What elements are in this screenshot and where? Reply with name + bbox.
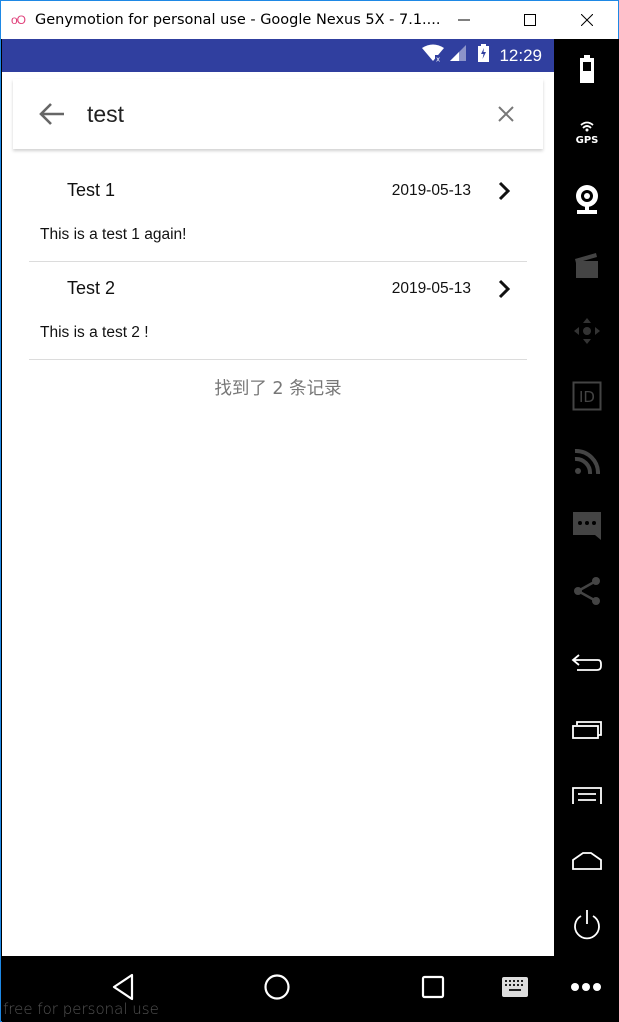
- result-content: This is a test 2 !: [40, 324, 149, 341]
- minimize-icon: [458, 19, 470, 21]
- id-icon: ID: [572, 381, 601, 411]
- window-title: Genymotion for personal use - Google Nex…: [35, 12, 441, 28]
- search-bar: [13, 79, 543, 149]
- genymotion-logo-icon: oO: [11, 13, 26, 27]
- rss-icon: [574, 448, 600, 474]
- gps-widget-button[interactable]: GPS: [554, 111, 619, 155]
- result-date: 2019-05-13: [391, 280, 471, 297]
- nav-home-button[interactable]: [262, 970, 292, 1004]
- message-icon: [572, 512, 601, 540]
- genymotion-window: oO Genymotion for personal use - Google …: [0, 0, 619, 1022]
- capture-widget-button[interactable]: [554, 243, 619, 287]
- wifi-off-icon: x: [422, 44, 445, 67]
- clapperboard-icon: [574, 253, 598, 278]
- home-icon: [571, 852, 602, 870]
- device-screen: x 12:29 Test 1 2019-05-13: [2, 39, 554, 956]
- result-count-text: 找到了 2 条记录: [214, 379, 342, 399]
- webcam-widget-button[interactable]: [554, 177, 619, 221]
- power-icon: [573, 910, 600, 940]
- genymotion-toolbar: GPS ID: [554, 39, 619, 956]
- result-header: Test 1 2019-05-13: [29, 164, 527, 220]
- back-arrow-icon: [571, 654, 602, 671]
- nav-back-button[interactable]: [108, 970, 138, 1004]
- home-widget-button[interactable]: [554, 839, 619, 883]
- dpad-icon: [573, 318, 600, 344]
- signal-icon: [450, 45, 467, 66]
- triangle-back-icon: [112, 973, 134, 1001]
- back-button[interactable]: [27, 89, 77, 139]
- title-bar: oO Genymotion for personal use - Google …: [1, 1, 618, 39]
- chevron-right-icon: [498, 279, 511, 299]
- square-recents-icon: [421, 975, 445, 999]
- watermark-text: free for personal use: [3, 1000, 159, 1018]
- result-date: 2019-05-13: [391, 182, 471, 199]
- result-item[interactable]: Test 2 2019-05-13 This is a test 2 !: [29, 262, 527, 360]
- result-header: Test 2 2019-05-13: [29, 262, 527, 318]
- power-widget-button[interactable]: [554, 903, 619, 947]
- back-widget-button[interactable]: [554, 641, 619, 685]
- battery-icon: [579, 55, 594, 83]
- more-options-button[interactable]: [568, 970, 604, 1004]
- more-dots-icon: [571, 983, 601, 991]
- svg-text:GPS: GPS: [575, 135, 598, 146]
- battery-widget-button[interactable]: [554, 47, 619, 91]
- gps-icon: GPS: [575, 121, 598, 146]
- share-icon: [573, 577, 600, 605]
- nav-recents-button[interactable]: [418, 970, 448, 1004]
- maximize-icon: [524, 14, 536, 26]
- search-results-list: Test 1 2019-05-13 This is a test 1 again…: [29, 164, 527, 400]
- menu-icon: [571, 787, 602, 804]
- result-title: Test 2: [67, 278, 116, 298]
- keyboard-button[interactable]: [498, 970, 532, 1004]
- svg-text:ID: ID: [579, 388, 595, 406]
- circle-home-icon: [264, 974, 290, 1000]
- close-icon: [498, 106, 514, 122]
- result-content: This is a test 1 again!: [40, 226, 187, 243]
- chevron-right-icon: [498, 181, 511, 201]
- result-title: Test 1: [67, 180, 116, 200]
- webcam-icon: [575, 185, 598, 214]
- menu-widget-button[interactable]: [554, 774, 619, 818]
- maximize-button[interactable]: [507, 1, 553, 39]
- sms-widget-button[interactable]: [554, 504, 619, 548]
- status-time: 12:29: [499, 45, 542, 65]
- battery-charging-icon: [478, 44, 490, 67]
- share-widget-button[interactable]: [554, 569, 619, 613]
- dpad-widget-button[interactable]: [554, 309, 619, 353]
- recents-widget-button[interactable]: [554, 709, 619, 753]
- keyboard-icon: [502, 977, 528, 997]
- minimize-button[interactable]: [441, 1, 487, 39]
- android-status-bar: x 12:29: [2, 39, 554, 72]
- close-icon: [581, 14, 593, 26]
- identifiers-widget-button[interactable]: ID: [554, 374, 619, 418]
- clear-search-button[interactable]: [489, 97, 523, 131]
- broadcast-widget-button[interactable]: [554, 439, 619, 483]
- close-window-button[interactable]: [564, 1, 610, 39]
- arrow-left-icon: [39, 103, 64, 125]
- svg-text:x: x: [436, 56, 440, 63]
- search-input[interactable]: [87, 100, 467, 128]
- recents-icon: [571, 721, 602, 739]
- result-item[interactable]: Test 1 2019-05-13 This is a test 1 again…: [29, 164, 527, 262]
